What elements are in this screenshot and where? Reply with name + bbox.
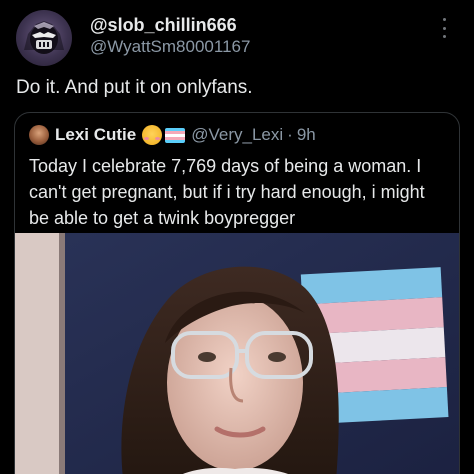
- post-header: @slob_chillin666 @WyattSm80001167: [16, 10, 458, 66]
- post-text: Do it. And put it on onlyfans.: [16, 77, 253, 98]
- more-dot: [442, 35, 446, 38]
- more-dot: [442, 18, 446, 21]
- author-display-name[interactable]: @slob_chillin666: [90, 14, 250, 36]
- quoted-author-name[interactable]: Lexi Cutie: [55, 125, 136, 145]
- author-avatar[interactable]: [16, 10, 72, 66]
- quoted-text-line: can't get pregnant, but if i try hard en…: [29, 182, 425, 202]
- meta-separator: ·: [287, 125, 293, 144]
- quoted-tweet-header: Lexi Cutie @Very_Lexi · 9h: [29, 123, 316, 147]
- more-dot: [442, 26, 446, 30]
- smiling-face-with-hearts-emoji-icon: [142, 125, 163, 145]
- quoted-tweet-text: Today I celebrate 7,769 days of being a …: [29, 153, 453, 231]
- quoted-author-avatar[interactable]: [29, 125, 49, 145]
- author-handle[interactable]: @WyattSm80001167: [90, 36, 250, 58]
- tweet-post: @slob_chillin666 @WyattSm80001167 Do it.…: [0, 0, 474, 474]
- quoted-text-line: Today I celebrate 7,769 days of being a …: [29, 156, 422, 176]
- selfie-photo[interactable]: [15, 233, 459, 474]
- transgender-flag-icon: [165, 127, 186, 143]
- quoted-author-handle[interactable]: @Very_Lexi: [191, 125, 283, 145]
- quoted-timestamp[interactable]: 9h: [297, 125, 316, 145]
- gorilla-avatar-icon: [24, 21, 64, 54]
- author-info: @slob_chillin666 @WyattSm80001167: [90, 14, 250, 58]
- more-options-icon[interactable]: [436, 16, 452, 40]
- selfie-photo-image: [15, 233, 459, 474]
- quoted-tweet[interactable]: Lexi Cutie @Very_Lexi · 9h Today I celeb…: [14, 112, 460, 474]
- quoted-text-line: be able to get a twink boypregger: [29, 208, 296, 228]
